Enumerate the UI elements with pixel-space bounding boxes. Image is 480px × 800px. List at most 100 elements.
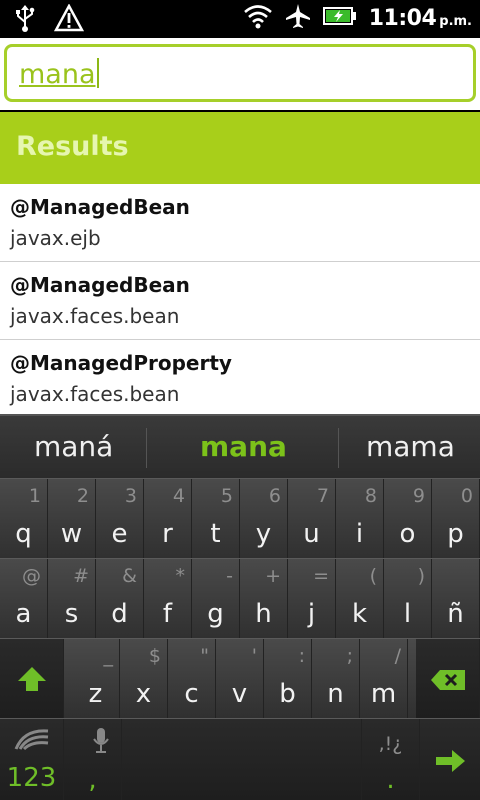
key-alt-label: 9 (412, 485, 425, 507)
text-caret (96, 58, 99, 88)
suggestion-strip: maná mana mama (0, 414, 480, 478)
clock: 11:04 p.m. (368, 5, 472, 31)
key-label: u (303, 519, 320, 549)
space-key[interactable] (122, 719, 362, 800)
key-label: z (88, 679, 103, 709)
usb-icon (14, 4, 36, 36)
numbers-label: 123 (6, 763, 57, 793)
key-alt-label: # (73, 565, 89, 587)
airplane-icon (285, 3, 311, 33)
key-b[interactable]: :b (264, 639, 312, 719)
key-alt-label: 2 (76, 485, 89, 507)
key-label: o (399, 519, 416, 549)
results-title: Results (16, 131, 129, 162)
key-x[interactable]: $ x (120, 639, 168, 719)
swype-logo-icon (14, 727, 50, 755)
key-j[interactable]: = j (288, 559, 336, 639)
key-e[interactable]: 3e (96, 479, 144, 559)
key-v[interactable]: ' v (216, 639, 264, 719)
keyboard: 1q2w3e4r5t6y7u8i9o0p @ a # s & d * f - g + h = j(k) l ñ… (0, 478, 480, 800)
key-alt-label: " (200, 645, 209, 667)
item-package: javax.ejb (10, 226, 101, 250)
key-label: g (207, 599, 224, 629)
suggestion-1[interactable]: maná (34, 430, 113, 463)
wifi-icon (243, 3, 273, 33)
search-query: mana (19, 59, 96, 90)
microphone-icon (92, 727, 110, 759)
keyboard-row-4: 123 , ,!¿ . (0, 718, 480, 800)
suggestion-divider (338, 428, 339, 468)
arrow-right-icon (434, 749, 466, 777)
key-alt-label: 6 (268, 485, 281, 507)
key-o[interactable]: 9o (384, 479, 432, 559)
key-m[interactable]: / m (360, 639, 408, 719)
key-p[interactable]: 0p (432, 479, 480, 559)
shift-icon (16, 665, 48, 697)
key-label: ñ (447, 599, 464, 629)
key-s[interactable]: # s (48, 559, 96, 639)
list-item[interactable]: @ManagedBean javax.faces.bean (0, 262, 480, 340)
key-label: k (351, 599, 368, 629)
search-input[interactable]: mana (4, 44, 476, 102)
key-alt-label: 3 (124, 485, 137, 507)
key-a[interactable]: @ a (0, 559, 48, 639)
item-package: javax.faces.bean (10, 382, 180, 406)
key-w[interactable]: 2w (48, 479, 96, 559)
warning-icon (53, 3, 85, 36)
status-bar: 11:04 p.m. (0, 0, 480, 38)
key-label: i (355, 519, 364, 549)
period-label: . (386, 765, 395, 795)
key-i[interactable]: 8i (336, 479, 384, 559)
key-alt-label: : (298, 645, 305, 667)
key-label: a (15, 599, 32, 629)
item-title: @ManagedBean (10, 195, 190, 219)
key-h[interactable]: + h (240, 559, 288, 639)
list-item[interactable]: @ManagedProperty javax.faces.bean (0, 340, 480, 414)
key-alt-label: $ (148, 645, 161, 667)
enter-key[interactable] (420, 719, 480, 800)
key-alt-label: 0 (460, 485, 473, 507)
key-alt-label: _ (103, 645, 114, 667)
key-d[interactable]: & d (96, 559, 144, 639)
list-item[interactable]: @ManagedBean javax.ejb (0, 184, 480, 262)
key-label: r (162, 519, 173, 549)
key-z[interactable]: _ z (72, 639, 120, 719)
backspace-icon (430, 669, 466, 695)
voice-comma-key[interactable]: , (64, 719, 122, 800)
key-label: p (447, 519, 464, 549)
key-ñ[interactable]: ñ (432, 559, 480, 639)
key-label: c (184, 679, 199, 709)
key-q[interactable]: 1q (0, 479, 48, 559)
key-alt-label: - (226, 565, 233, 587)
key-k[interactable]: (k (336, 559, 384, 639)
shift-key[interactable] (0, 639, 64, 719)
key-alt-label: 7 (316, 485, 329, 507)
key-label: w (60, 519, 83, 549)
numbers-key[interactable]: 123 (0, 719, 64, 800)
key-u[interactable]: 7u (288, 479, 336, 559)
suggestion-3[interactable]: mama (366, 430, 455, 463)
key-y[interactable]: 6y (240, 479, 288, 559)
punctuation-key[interactable]: ,!¿ . (362, 719, 420, 800)
keyboard-row-2: @ a # s & d * f - g + h = j(k) l ñ (0, 558, 480, 639)
key-r[interactable]: 4r (144, 479, 192, 559)
key-label: l (403, 599, 412, 629)
key-alt-label: ( (369, 565, 377, 587)
key-label: b (279, 679, 296, 709)
results-list: @ManagedBean javax.ejb @ManagedBean java… (0, 184, 480, 414)
key-f[interactable]: * f (144, 559, 192, 639)
keyboard-row-1: 1q2w3e4r5t6y7u8i9o0p (0, 478, 480, 559)
key-n[interactable]: ; n (312, 639, 360, 719)
battery-icon (322, 5, 357, 31)
backspace-key[interactable] (416, 639, 480, 719)
key-label: y (255, 519, 272, 549)
key-g[interactable]: -g (192, 559, 240, 639)
key-label: j (307, 599, 316, 629)
suggestion-2[interactable]: mana (200, 430, 287, 463)
key-alt-label: = (313, 565, 329, 587)
key-c[interactable]: " c (168, 639, 216, 719)
key-label: h (255, 599, 272, 629)
key-l[interactable]: ) l (384, 559, 432, 639)
key-alt-label: ; (346, 645, 353, 667)
key-t[interactable]: 5t (192, 479, 240, 559)
